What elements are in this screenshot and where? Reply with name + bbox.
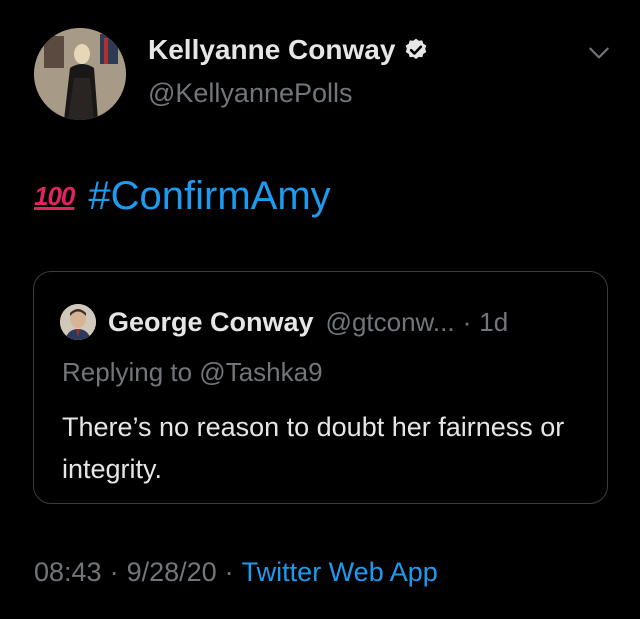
quoted-author-handle[interactable]: @gtconw... (326, 307, 455, 338)
hashtag-link[interactable]: #ConfirmAmy (88, 174, 330, 219)
avatar-photo (34, 28, 126, 120)
quoted-header-separator: · (462, 306, 472, 337)
quoted-author-avatar[interactable] (60, 304, 96, 340)
quoted-tweet-header: George Conway @gtconw... · 1d (60, 304, 508, 340)
quoted-author-name[interactable]: George Conway (108, 307, 314, 338)
meta-separator: · (224, 557, 234, 587)
tweet-text: 100 #ConfirmAmy (34, 174, 331, 219)
tweet: Kellyanne Conway @KellyannePolls 100 #Co… (0, 0, 640, 619)
author-avatar[interactable] (34, 28, 126, 120)
tweet-meta: 08:43 · 9/28/20 · Twitter Web App (34, 557, 438, 588)
replying-to-text: Replying to @Tashka9 (62, 357, 323, 387)
author-name-row: Kellyanne Conway (148, 34, 429, 66)
chevron-down-icon[interactable] (586, 40, 612, 66)
author-name[interactable]: Kellyanne Conway (148, 34, 395, 66)
author-handle[interactable]: @KellyannePolls (148, 78, 353, 109)
quoted-tweet-body: There’s no reason to doubt her fairness … (62, 412, 565, 484)
quoted-timestamp[interactable]: 1d (479, 307, 508, 338)
tweet-date[interactable]: 9/28/20 (127, 557, 217, 588)
quoted-avatar-photo (60, 304, 96, 340)
tweet-time[interactable]: 08:43 (34, 557, 102, 588)
tweet-source-link[interactable]: Twitter Web App (242, 557, 438, 588)
verified-badge-icon (406, 38, 427, 59)
hundred-points-icon: 100 (34, 181, 75, 211)
meta-separator: · (109, 557, 119, 587)
quoted-tweet-card[interactable]: George Conway @gtconw... · 1d Replying t… (33, 271, 608, 504)
